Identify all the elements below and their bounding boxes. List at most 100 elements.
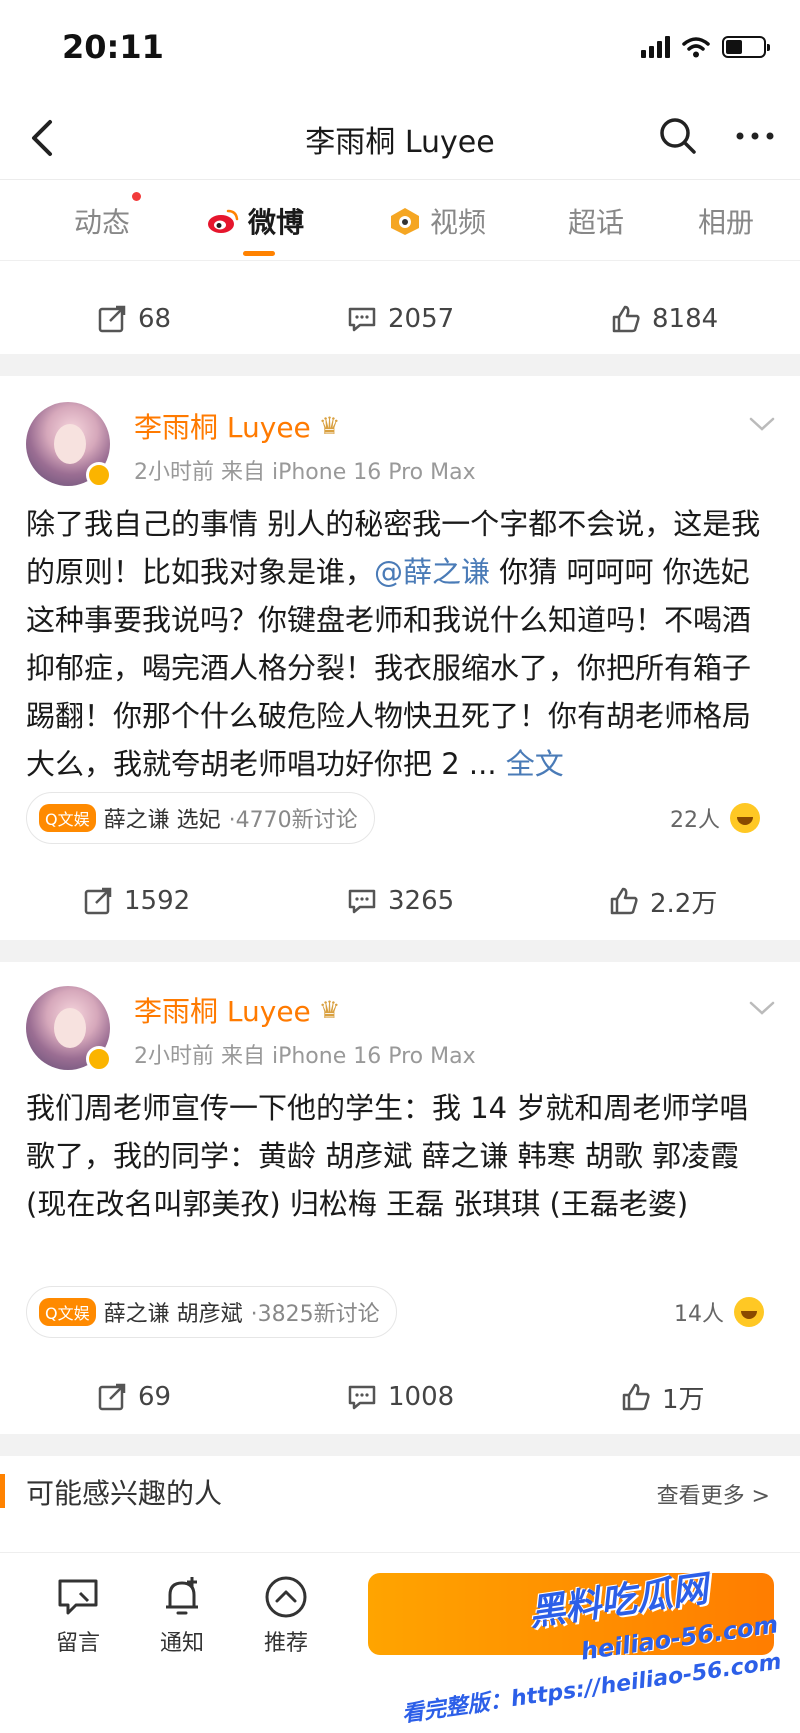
thumbs-up-icon: [610, 887, 638, 915]
notify-button[interactable]: 通知: [142, 1573, 222, 1657]
topic-count: ·4770新讨论: [228, 808, 358, 833]
tab-video[interactable]: 视频: [388, 201, 486, 241]
repost-count: 68: [138, 304, 172, 334]
notify-label: 通知: [159, 1631, 204, 1656]
post-actions: 69 1008 1万: [0, 1352, 800, 1442]
nav-bar: 李雨桐 Luyee: [0, 100, 800, 180]
author-name-text: 李雨桐 Luyee: [134, 411, 311, 444]
post-body: 除了我自己的事情 别人的秘密我一个字都不会说，这是我的原则！比如我对象是谁，@薛…: [26, 500, 776, 788]
chevron-down-icon[interactable]: [748, 414, 776, 434]
message-button[interactable]: 留言: [38, 1573, 118, 1657]
topic-tag: Q文娱: [39, 804, 96, 832]
like-button[interactable]: 2.2万: [608, 856, 717, 946]
like-count: 2.2万: [650, 888, 718, 919]
repost-button[interactable]: 1592: [82, 856, 190, 946]
comment-button[interactable]: 2057: [346, 274, 454, 364]
topic-text: 薛之谦 选妃: [103, 808, 221, 833]
repost-count: 69: [138, 1382, 172, 1412]
thumbs-up-icon: [622, 1383, 650, 1411]
tab-album-label: 相册: [698, 206, 755, 239]
video-icon: [391, 208, 419, 235]
author-name[interactable]: 李雨桐 Luyee ♛: [134, 406, 340, 446]
section-divider: [0, 354, 800, 376]
post-actions: 68 2057 8184: [0, 274, 800, 364]
tab-weibo[interactable]: 微博: [206, 201, 304, 241]
comment-count: 1008: [388, 1382, 455, 1412]
bell-plus-icon: [166, 1577, 198, 1615]
post-card[interactable]: 李雨桐 Luyee ♛ 2小时前 来自 iPhone 16 Pro Max 除了…: [0, 376, 800, 932]
topic-count: ·3825新讨论: [250, 1302, 380, 1327]
comment-icon: [348, 889, 376, 914]
repost-icon: [98, 1383, 126, 1411]
chevron-down-icon[interactable]: [748, 998, 776, 1018]
recommend-label: 推荐: [263, 1631, 308, 1656]
post-actions: 1592 3265 2.2万: [0, 856, 800, 946]
grin-emoji-icon: [730, 803, 760, 833]
like-count: 8184: [652, 304, 719, 334]
like-button[interactable]: 8184: [610, 274, 718, 364]
comment-icon: [348, 1385, 376, 1410]
repost-icon: [98, 305, 126, 333]
people-count[interactable]: 22人: [670, 802, 760, 834]
comment-count: 3265: [388, 886, 455, 916]
post-body: 我们周老师宣传一下他的学生：我 14 岁就和周老师学唱歌了，我的同学：黄龄 胡彦…: [26, 1091, 749, 1221]
grin-emoji-icon: [734, 1297, 764, 1327]
crown-badge-icon: ♛: [318, 996, 341, 1024]
status-icons: [641, 34, 770, 60]
profile-tabs: 动态 微博 视频 超话 相册: [0, 181, 800, 261]
full-text-link[interactable]: 全文: [506, 747, 564, 781]
notification-dot: [132, 192, 141, 201]
more-icon[interactable]: [730, 114, 780, 158]
mention-link[interactable]: @薛之谦: [374, 555, 490, 589]
tab-video-label: 视频: [430, 206, 487, 239]
wifi-icon: [682, 37, 710, 58]
post-meta: 2小时前 来自 iPhone 16 Pro Max: [134, 1044, 476, 1069]
thumbs-up-icon: [612, 305, 640, 333]
section-divider: [0, 1434, 800, 1456]
see-more-link[interactable]: 查看更多 >: [657, 1478, 770, 1510]
section-accent-bar: [0, 1474, 5, 1508]
status-time: 20:11: [62, 28, 164, 66]
tab-weibo-label: 微博: [248, 206, 305, 239]
recommend-section: 可能感兴趣的人 查看更多 >: [0, 1456, 800, 1526]
repost-icon: [84, 887, 112, 915]
crown-badge-icon: ♛: [318, 412, 341, 440]
comment-icon: [348, 307, 376, 332]
battery-icon: [722, 36, 770, 58]
comment-count: 2057: [388, 304, 455, 334]
status-bar: 20:11: [0, 0, 800, 100]
tab-dynamic[interactable]: 动态: [74, 201, 130, 241]
post-card[interactable]: 李雨桐 Luyee ♛ 2小时前 来自 iPhone 16 Pro Max 我们…: [0, 962, 800, 1432]
repost-button[interactable]: 68: [96, 274, 171, 364]
chevron-up-circle-icon: [265, 1576, 307, 1618]
section-divider: [0, 940, 800, 962]
verified-badge-icon: [86, 1046, 112, 1072]
tab-album[interactable]: 相册: [698, 201, 754, 241]
active-tab-indicator: [243, 251, 275, 256]
message-icon: [58, 1579, 98, 1615]
topic-link[interactable]: Q文娱 薛之谦 选妃 ·4770新讨论: [26, 792, 375, 844]
search-icon[interactable]: [656, 114, 700, 158]
like-button[interactable]: 1万: [620, 1352, 705, 1442]
comment-button[interactable]: 3265: [346, 856, 454, 946]
people-count-text: 22人: [670, 808, 720, 833]
author-name[interactable]: 李雨桐 Luyee ♛: [134, 990, 340, 1030]
topic-link[interactable]: Q文娱 薛之谦 胡彦斌 ·3825新讨论: [26, 1286, 397, 1338]
author-name-text: 李雨桐 Luyee: [134, 995, 311, 1028]
tab-dynamic-label: 动态: [74, 206, 131, 239]
weibo-logo-icon: [208, 209, 239, 233]
comment-button[interactable]: 1008: [346, 1352, 454, 1442]
cellular-signal-icon: [641, 36, 670, 58]
people-count-text: 14人: [674, 1302, 724, 1327]
recommend-title: 可能感兴趣的人: [26, 1477, 223, 1510]
repost-count: 1592: [124, 886, 191, 916]
people-count[interactable]: 14人: [674, 1296, 764, 1328]
tab-super-topic[interactable]: 超话: [568, 201, 624, 241]
repost-button[interactable]: 69: [96, 1352, 171, 1442]
tab-super-topic-label: 超话: [568, 206, 625, 239]
topic-text: 薛之谦 胡彦斌: [103, 1302, 243, 1327]
recommend-button[interactable]: 推荐: [246, 1573, 326, 1657]
like-count: 1万: [662, 1384, 705, 1415]
verified-badge-icon: [86, 462, 112, 488]
post-meta: 2小时前 来自 iPhone 16 Pro Max: [134, 460, 476, 485]
